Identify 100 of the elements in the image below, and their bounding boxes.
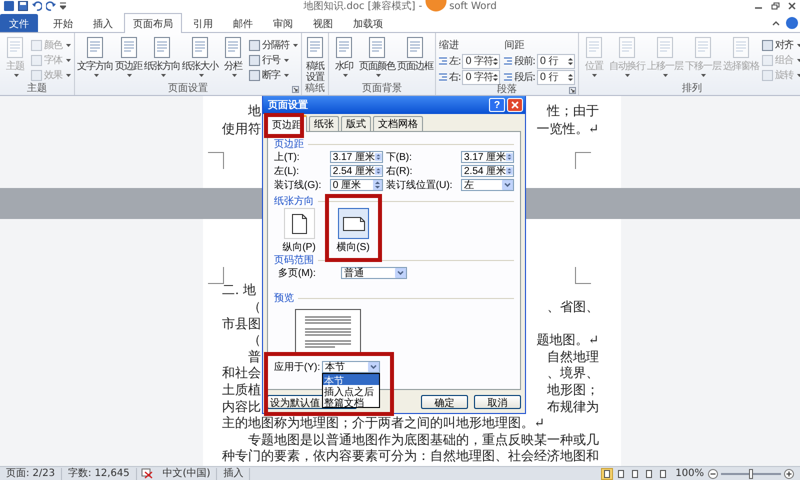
ribbon-button[interactable]: 水印 — [330, 36, 358, 77]
spin-field[interactable]: 3.17 厘米 — [330, 151, 383, 163]
proofing-icon[interactable] — [140, 468, 153, 479]
window-title: soft Word — [449, 0, 497, 12]
list-option[interactable]: 插入点之后 — [323, 385, 379, 396]
ribbon-tab[interactable]: 文件 — [0, 14, 38, 32]
caret-icon — [284, 58, 289, 62]
page-icon — [366, 36, 388, 59]
body-text: 自然地理 — [547, 350, 599, 366]
ribbon-button[interactable]: 对齐 — [760, 38, 800, 52]
ribbon-tab[interactable]: 插入 — [84, 14, 122, 32]
spin-field[interactable]: 0 行 — [536, 54, 575, 68]
spinner-icon — [375, 166, 382, 176]
orientation-option[interactable]: 纵向(P) — [278, 208, 320, 254]
collapse-ribbon-icon[interactable] — [772, 20, 780, 26]
spin-field[interactable]: 2.54 厘米 — [461, 165, 514, 177]
ribbon-button[interactable]: 页面边框 — [396, 36, 434, 72]
zoom-in-icon[interactable] — [784, 468, 794, 478]
page-icon — [304, 36, 326, 59]
close-icon[interactable] — [788, 2, 796, 10]
group-heading: 间距 — [504, 39, 526, 52]
body-text: 内容比 — [222, 400, 261, 416]
section-heading: 页码范围 — [274, 254, 314, 267]
status-text[interactable]: 中文(中国) — [156, 468, 218, 480]
ribbon-button[interactable]: 分栏 — [219, 36, 247, 77]
ribbon-button[interactable]: 纸张大小 — [181, 36, 219, 77]
window-title: 地图知识.doc [兼容模式] - — [303, 0, 422, 13]
zoom-out-icon[interactable] — [708, 468, 718, 478]
body-text: 普 — [247, 350, 261, 366]
field-label: 上(T): — [274, 150, 301, 164]
body-text: 专题地图是以普通地图作为底图基础的，重点反映某一种或几 — [247, 432, 599, 449]
orientation-option[interactable]: 横向(S) — [332, 208, 374, 254]
crop-mark-icon — [575, 152, 591, 169]
ribbon-tab[interactable]: 加载项 — [344, 14, 392, 32]
field-label: 左(L): — [274, 165, 300, 178]
page-icon — [333, 36, 355, 59]
list-option[interactable]: 本节 — [323, 374, 379, 385]
slider-thumb[interactable] — [749, 468, 753, 478]
dialog-tab[interactable]: 版式 — [341, 116, 371, 131]
caret-icon — [625, 74, 630, 77]
ribbon-button[interactable]: 页面颜色 — [358, 36, 396, 77]
zoom-level[interactable]: 100% — [675, 468, 704, 479]
status-text[interactable]: 页面: 2/23 — [0, 468, 62, 480]
ribbon-button[interactable]: 断字 — [248, 68, 299, 82]
ribbon-tab[interactable]: 页面布局 — [124, 13, 182, 33]
ribbon-tab[interactable]: 审阅 — [264, 14, 302, 32]
ribbon-tab[interactable]: 邮件 — [224, 14, 262, 32]
ribbon-button[interactable]: 纸张方向 — [143, 36, 181, 77]
dropdown-arrow-icon — [502, 180, 513, 190]
ribbon-button[interactable]: 页边距 — [114, 36, 143, 77]
spinner-icon — [493, 72, 498, 82]
save-icon[interactable] — [18, 1, 28, 11]
spin-field[interactable]: 0 行 — [536, 70, 575, 84]
caret-icon — [66, 58, 71, 62]
field-label: 应用于(Y): — [274, 360, 322, 374]
caret-icon — [342, 74, 348, 77]
help-button[interactable]: ? — [489, 98, 505, 112]
cancel-button[interactable]: 取消 — [474, 395, 521, 409]
group-label: 页面背景 — [362, 83, 402, 95]
page-icon — [4, 36, 26, 59]
caret-icon — [663, 74, 668, 77]
spin-field[interactable]: 3.17 厘米 — [461, 151, 514, 163]
spin-field[interactable]: 0 字符 — [462, 70, 500, 84]
square-icon — [762, 54, 773, 66]
status-text[interactable]: 插入 — [217, 468, 250, 480]
undo-icon[interactable] — [32, 1, 42, 11]
spin-field[interactable]: 2.54 厘米 — [330, 165, 383, 177]
dialog-tab[interactable]: 文档网格 — [373, 116, 423, 131]
field-label: 多页(M): — [278, 267, 317, 280]
field-label: 装订线位置(U): — [386, 178, 454, 192]
section-heading: 预览 — [274, 292, 294, 305]
dialog-launcher-icon[interactable] — [292, 86, 299, 92]
dialog-launcher-icon[interactable] — [568, 86, 576, 94]
body-text: 和社会 — [222, 366, 261, 383]
ribbon-button[interactable]: 文字方向 — [76, 36, 114, 77]
dialog-tab[interactable]: 纸张 — [309, 116, 339, 131]
spacing-icon — [439, 56, 447, 66]
page-icon — [84, 36, 106, 59]
combo-box[interactable]: 普通 — [341, 267, 407, 279]
caret-icon — [94, 74, 98, 77]
spin-field[interactable]: 0 厘米 — [330, 179, 383, 191]
ok-button[interactable]: 确定 — [421, 395, 468, 409]
ribbon-tab[interactable]: 开始 — [44, 14, 82, 32]
ribbon-tab[interactable]: 视图 — [304, 14, 342, 32]
customize-caret-icon[interactable] — [60, 2, 66, 10]
help-icon[interactable] — [786, 17, 798, 29]
ribbon-button[interactable]: 行号 — [248, 53, 299, 67]
body-text: 布规律为 — [547, 400, 599, 416]
caret-icon — [198, 74, 204, 77]
page-view-icon[interactable] — [601, 468, 614, 480]
restore-icon[interactable] — [771, 2, 780, 10]
spin-field[interactable]: 0 字符 — [462, 54, 500, 68]
group-heading: 缩进 — [439, 38, 460, 52]
ribbon-button[interactable]: 稿纸设置 — [303, 36, 327, 83]
combo-box[interactable]: 本节 — [322, 361, 380, 373]
combo-box[interactable]: 左 — [461, 179, 514, 191]
ribbon-button[interactable]: 分隔符 — [248, 38, 299, 52]
square-icon — [31, 40, 42, 50]
redo-icon[interactable] — [46, 1, 56, 11]
ribbon-tab[interactable]: 引用 — [184, 14, 222, 32]
